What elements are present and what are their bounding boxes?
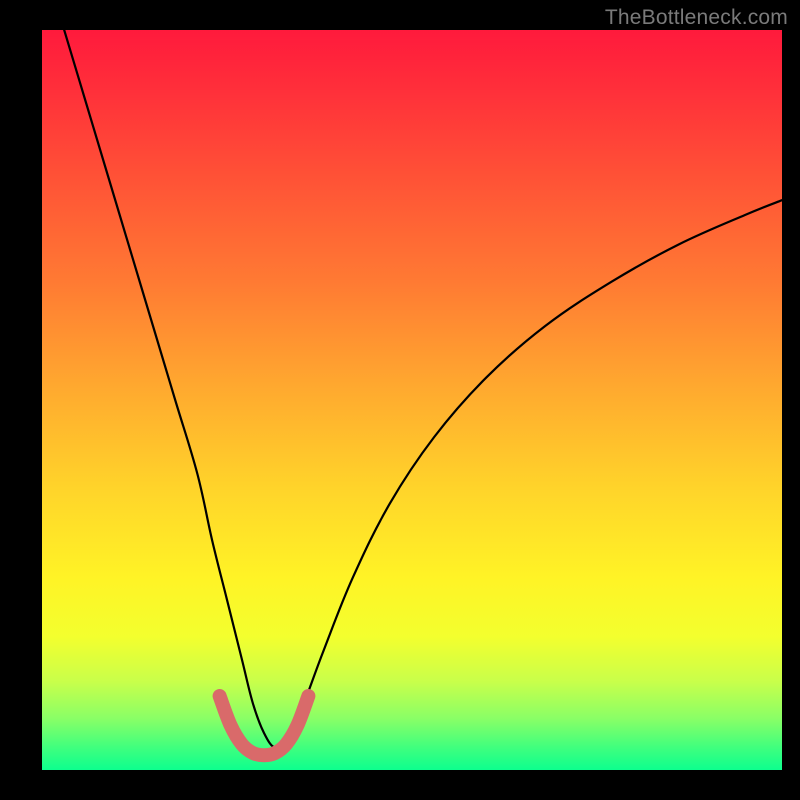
highlight-segment (220, 696, 309, 755)
chart-frame: TheBottleneck.com (0, 0, 800, 800)
bottleneck-curve (64, 30, 782, 748)
watermark-text: TheBottleneck.com (605, 6, 788, 30)
plot-area (42, 30, 782, 770)
curve-layer (42, 30, 782, 770)
